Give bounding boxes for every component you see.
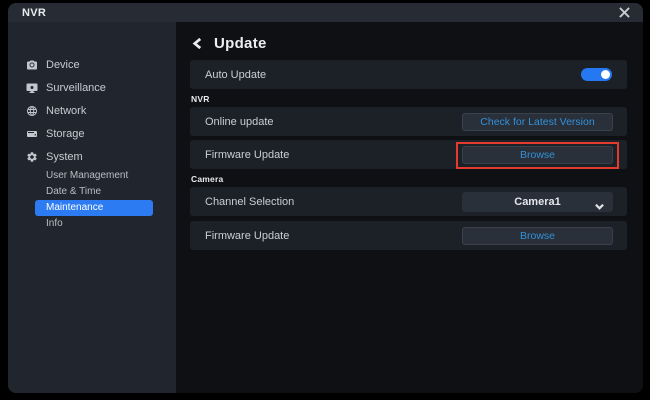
sidebar-item-surveillance[interactable]: Surveillance [8,76,176,99]
sidebar-item-info[interactable]: Info [35,216,153,232]
sidebar-item-label: Network [46,105,86,117]
nvr-firmware-update-label: Firmware Update [205,149,289,161]
channel-selection-dropdown[interactable]: Camera1 [462,192,613,212]
channel-selection-label: Channel Selection [205,196,294,208]
nvr-section-label: NVR [191,94,627,104]
nvr-window: NVR Device Surveillance N [8,3,643,393]
auto-update-toggle[interactable] [581,68,612,81]
close-icon[interactable] [617,6,631,20]
channel-selected-value: Camera1 [514,196,560,208]
sidebar-item-label: Surveillance [46,82,106,94]
camera-firmware-update-row: Firmware Update Browse [190,221,627,250]
page-title: Update [214,35,267,52]
chevron-down-icon [595,198,604,207]
nvr-firmware-update-row: Firmware Update Browse [190,140,627,169]
channel-selection-row: Channel Selection Camera1 [190,187,627,216]
nvr-browse-button[interactable]: Browse [462,146,613,164]
globe-icon [26,105,38,117]
page-header: Update [192,33,627,54]
camera-section-label: Camera [191,174,627,184]
title-bar: NVR [8,3,643,22]
window-title: NVR [22,7,46,19]
back-chevron-icon[interactable] [192,37,206,51]
sidebar-item-label: System [46,151,83,163]
sidebar-item-network[interactable]: Network [8,99,176,122]
sidebar-item-label: Storage [46,128,85,140]
sidebar-item-maintenance[interactable]: Maintenance [35,200,153,216]
check-latest-version-button[interactable]: Check for Latest Version [462,113,613,131]
sidebar: Device Surveillance Network Storage [8,22,176,393]
online-update-label: Online update [205,116,274,128]
monitor-icon [26,82,38,94]
sidebar-item-system[interactable]: System [8,145,176,168]
online-update-row: Online update Check for Latest Version [190,107,627,136]
hard-drive-icon [26,128,38,140]
camera-browse-button[interactable]: Browse [462,227,613,245]
sidebar-item-user-management[interactable]: User Management [35,168,153,184]
auto-update-label: Auto Update [205,69,266,81]
sidebar-item-device[interactable]: Device [8,53,176,76]
toggle-knob [601,70,610,79]
main-panel: Update Auto Update NVR Online update Che… [176,22,643,393]
sidebar-item-date-time[interactable]: Date & Time [35,184,153,200]
camera-firmware-update-label: Firmware Update [205,230,289,242]
auto-update-row: Auto Update [190,60,627,89]
sidebar-item-storage[interactable]: Storage [8,122,176,145]
camera-icon [26,59,38,71]
sidebar-item-label: Device [46,59,80,71]
gear-icon [26,151,38,163]
